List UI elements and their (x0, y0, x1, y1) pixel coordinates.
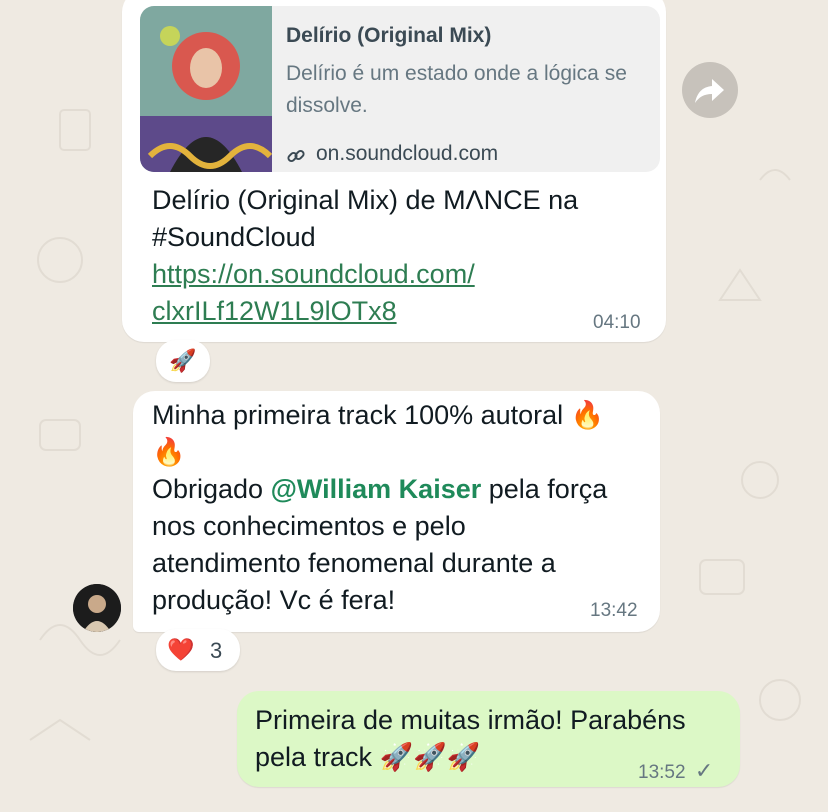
message-text: Minha primeira track 100% autoral 🔥 🔥 Ob… (152, 397, 607, 619)
message-time-text: 13:52 (638, 762, 686, 783)
message-line: nos conhecimentos e pelo (152, 511, 466, 541)
link-preview-card[interactable]: Delírio (Original Mix) Delírio é um esta… (140, 6, 660, 172)
avatar-image (73, 584, 121, 632)
message-line: pela track 🚀🚀🚀 (255, 742, 481, 772)
message-line: #SoundCloud (152, 222, 316, 252)
message-line: Obrigado @William Kaiser pela força (152, 471, 607, 508)
message-line: atendimento fenomenal durante a (152, 548, 556, 578)
link-icon (287, 149, 305, 163)
message-fragment: Obrigado (152, 474, 271, 504)
message-fragment: pela força (481, 474, 608, 504)
soundcloud-link-continued[interactable]: clxrILf12W1L9lOTx8 (152, 296, 397, 326)
reaction-count: 3 (210, 638, 223, 663)
message-line: produção! Vc é fera! (152, 585, 396, 615)
reaction-pill[interactable]: ❤️ 3 (156, 629, 240, 671)
heart-reaction: ❤️ (167, 637, 195, 662)
preview-description: Delírio é um estado onde a lógica se dis… (286, 62, 627, 117)
message-time: 04:10 (593, 312, 641, 333)
message-text: Primeira de muitas irmão! Parabéns pela … (255, 702, 686, 776)
forward-button[interactable] (682, 62, 738, 118)
preview-domain: on.soundcloud.com (316, 142, 499, 165)
message-line: Delírio (Original Mix) de MΛNCE na (152, 185, 579, 215)
message-time: 13:52 ✓ (638, 758, 713, 784)
message-line: Minha primeira track 100% autoral 🔥 (152, 400, 605, 430)
soundcloud-link[interactable]: https://on.soundcloud.com/ (152, 259, 475, 289)
forward-arrow-icon (695, 79, 724, 103)
track-artwork (140, 6, 272, 172)
reaction-pill[interactable]: 🚀 (156, 340, 210, 382)
avatar[interactable] (73, 584, 121, 632)
preview-title: Delírio (Original Mix) (286, 24, 492, 47)
message-time: 13:42 (590, 600, 638, 621)
message-line: 🔥 (152, 437, 186, 467)
rocket-reaction: 🚀 (169, 348, 197, 373)
message-text: Delírio (Original Mix) de MΛNCE na #Soun… (152, 182, 578, 330)
mention-william-kaiser[interactable]: @William Kaiser (271, 474, 482, 504)
message-line: Primeira de muitas irmão! Parabéns (255, 705, 686, 735)
single-check-icon: ✓ (694, 758, 714, 783)
